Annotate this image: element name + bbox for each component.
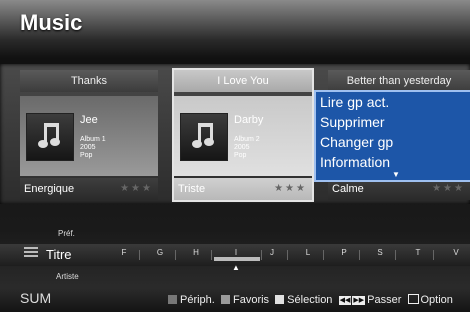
menu-item-play-group[interactable]: Lire gp act. [316, 92, 470, 112]
skip-icon: ◀◀ [338, 296, 352, 305]
card-year: 2005 [234, 144, 250, 151]
card-footer: Energique ★★★ [20, 178, 158, 200]
index-letter-current[interactable]: I [226, 248, 246, 257]
index-divider [395, 250, 396, 260]
current-position-marker: ▲ [232, 263, 240, 272]
scroll-down-icon[interactable]: ▼ [392, 170, 400, 179]
card-meta: Album 2 2005 Pop [234, 136, 260, 160]
current-letter-highlight [214, 257, 260, 261]
index-divider [323, 250, 324, 260]
index-letter[interactable]: G [150, 248, 170, 257]
card-title: I Love You [174, 70, 312, 92]
skip-legend[interactable]: ◀◀ ▶▶ Passer [338, 294, 401, 306]
card-footer: Triste ★★★ [174, 178, 312, 200]
music-card-i-love-you[interactable]: I Love You Darby Album 2 2005 Pop Triste… [172, 68, 314, 202]
index-letter[interactable]: P [334, 248, 354, 257]
page-title: Music [20, 10, 83, 35]
menu-item-information[interactable]: Information [316, 152, 470, 172]
index-divider [211, 250, 212, 260]
sort-prev-option[interactable]: Préf. [58, 229, 75, 238]
card-genre: Pop [234, 152, 247, 159]
music-note-icon [192, 123, 214, 148]
card-album: Album 2 [234, 136, 260, 143]
yellow-key-legend[interactable]: Sélection [275, 294, 332, 306]
card-body: Jee Album 1 2005 Pop [20, 96, 158, 176]
card-year: 2005 [80, 144, 96, 151]
green-key-legend[interactable]: Favoris [220, 294, 269, 306]
red-key-legend[interactable]: Périph. [168, 294, 215, 306]
music-card-thanks[interactable]: Thanks Jee Album 1 2005 Pop Energique ★★… [20, 70, 158, 200]
index-divider [359, 250, 360, 260]
menu-item-change-group[interactable]: Changer gp [316, 132, 470, 152]
index-divider [433, 250, 434, 260]
card-album: Album 1 [80, 136, 106, 143]
index-letter[interactable]: L [298, 248, 318, 257]
card-artist: Darby [234, 114, 264, 126]
card-mood: Calme [332, 183, 364, 195]
index-letter[interactable]: H [186, 248, 206, 257]
index-divider [175, 250, 176, 260]
sort-current-option[interactable]: Titre [46, 247, 72, 262]
option-legend[interactable]: Option [407, 294, 453, 306]
card-mood: Triste [178, 183, 206, 195]
device-name: SUM [20, 290, 52, 306]
context-menu: Lire gp act. Supprimer Changer gp Inform… [314, 90, 470, 182]
index-letter[interactable]: S [370, 248, 390, 257]
index-letter[interactable]: T [408, 248, 428, 257]
card-title: Thanks [20, 70, 158, 92]
card-artist: Jee [80, 114, 98, 126]
index-letter[interactable]: F [114, 248, 134, 257]
menu-item-delete[interactable]: Supprimer [316, 112, 470, 132]
skip-icon: ▶▶ [352, 296, 366, 305]
list-icon [24, 247, 38, 261]
legend-bar: Périph. Favoris Sélection ◀◀ ▶▶ Passer Opt… [168, 294, 453, 306]
index-letter[interactable]: V [446, 248, 466, 257]
card-mood: Energique [24, 183, 75, 195]
sort-next-option[interactable]: Artiste [56, 272, 79, 281]
rating-stars: ★★★ [120, 183, 153, 194]
index-divider [287, 250, 288, 260]
album-thumbnail [180, 113, 228, 161]
card-genre: Pop [80, 152, 93, 159]
index-divider [139, 250, 140, 260]
card-title: Better than yesterday [328, 70, 470, 92]
card-meta: Album 1 2005 Pop [80, 136, 106, 160]
album-thumbnail [26, 113, 74, 161]
rating-stars: ★★★ [274, 183, 307, 194]
music-note-icon [38, 123, 60, 148]
card-body: Darby Album 2 2005 Pop [174, 96, 312, 176]
index-letter[interactable]: J [262, 248, 282, 257]
tools-icon [407, 294, 419, 304]
